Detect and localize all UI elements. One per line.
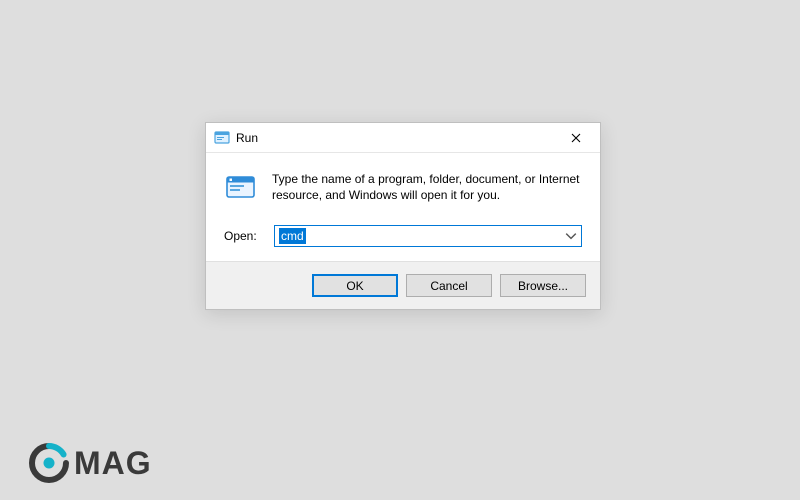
- close-icon: [571, 133, 581, 143]
- open-label: Open:: [224, 229, 260, 243]
- chevron-down-icon[interactable]: [565, 230, 577, 242]
- ok-button[interactable]: OK: [312, 274, 398, 297]
- run-program-icon: [224, 171, 258, 205]
- open-row: Open: cmd: [224, 225, 582, 247]
- titlebar[interactable]: Run: [206, 123, 600, 153]
- close-button[interactable]: [554, 124, 598, 152]
- brand-logo-text: MAG: [74, 445, 152, 482]
- dialog-title: Run: [236, 131, 554, 145]
- browse-button[interactable]: Browse...: [500, 274, 586, 297]
- dialog-body: Type the name of a program, folder, docu…: [206, 153, 600, 261]
- run-title-icon: [214, 130, 230, 146]
- brand-logo-icon: [28, 442, 70, 484]
- dialog-description: Type the name of a program, folder, docu…: [272, 171, 582, 203]
- info-row: Type the name of a program, folder, docu…: [224, 171, 582, 205]
- cancel-button[interactable]: Cancel: [406, 274, 492, 297]
- brand-logo: MAG: [28, 442, 152, 484]
- open-combobox[interactable]: cmd: [274, 225, 582, 247]
- open-input-value[interactable]: cmd: [279, 228, 306, 244]
- run-dialog: Run Type the name of a program, folder, …: [205, 122, 601, 310]
- dialog-footer: OK Cancel Browse...: [206, 261, 600, 309]
